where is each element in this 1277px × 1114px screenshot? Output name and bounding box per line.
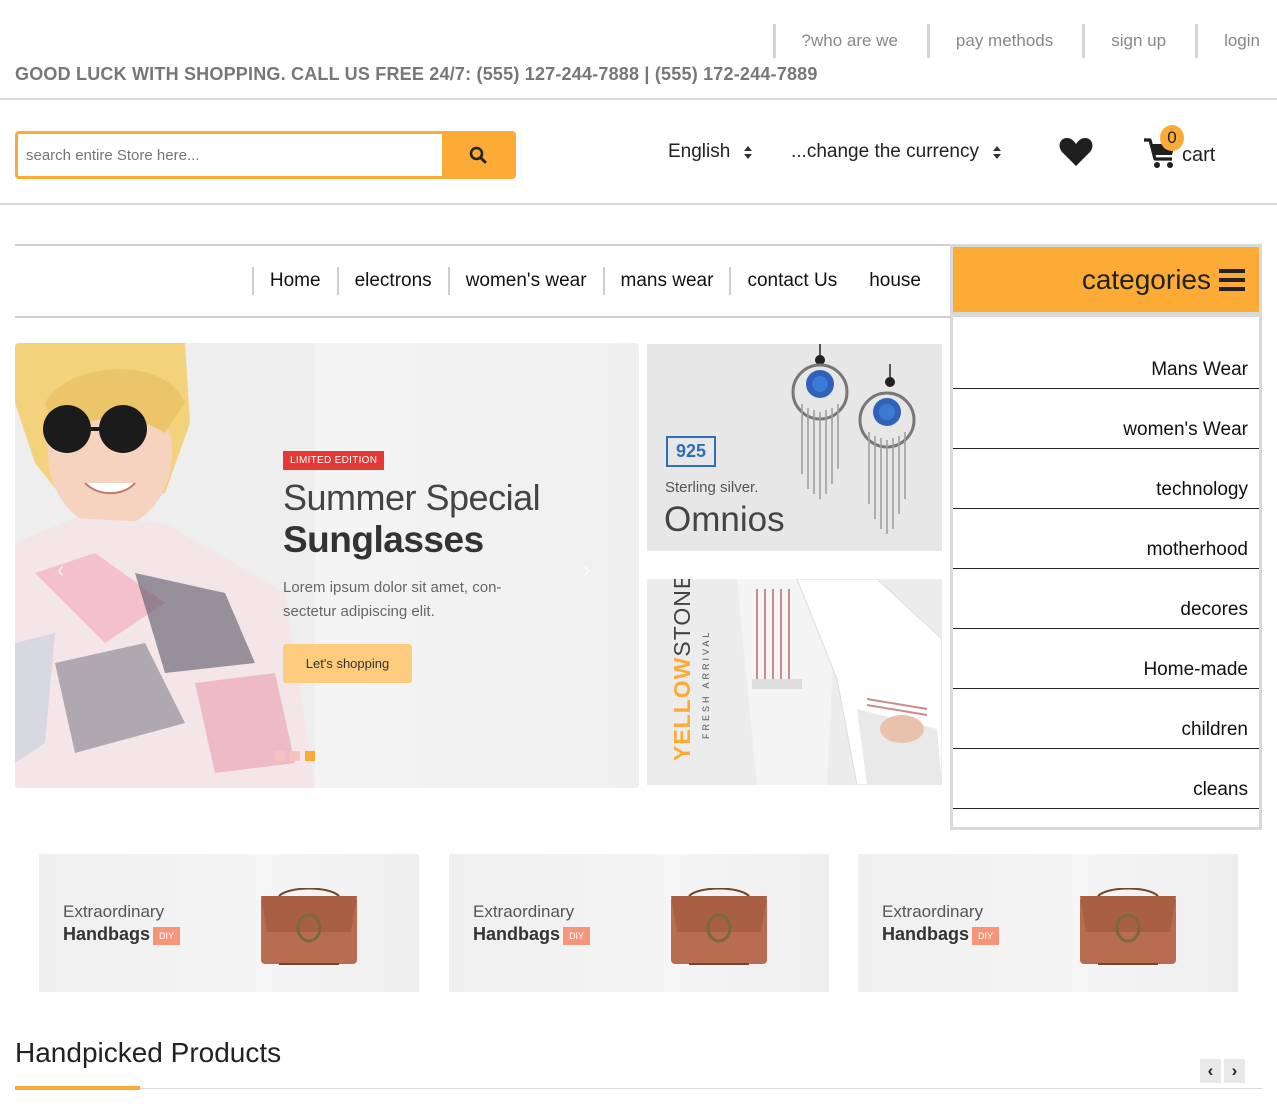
- promo-handbags[interactable]: Extraordinary Handbags DIY: [858, 854, 1238, 992]
- promo-handbags[interactable]: Extraordinary Handbags DIY: [449, 854, 829, 992]
- cart-count-badge: 0: [1160, 125, 1184, 151]
- hero-badge: LIMITED EDITION: [283, 451, 385, 470]
- category-item-mans-wear[interactable]: Mans Wear: [953, 329, 1259, 389]
- hero-description: Lorem ipsum dolor sit amet, con-sectetur…: [283, 579, 502, 620]
- nav-item-home[interactable]: Home: [251, 267, 337, 295]
- suit-model-image: [737, 579, 942, 785]
- language-select[interactable]: English: [668, 141, 753, 163]
- top-link-pay-methods[interactable]: pay methods: [926, 24, 1070, 58]
- category-item-home-made[interactable]: Home-made: [953, 629, 1259, 689]
- handbag-image: [671, 888, 767, 965]
- hero-prev-icon[interactable]: ‹: [57, 557, 64, 583]
- earrings-image: [791, 344, 916, 534]
- hero-title-line1: Summer Special: [283, 477, 541, 518]
- hero-next-icon[interactable]: ›: [583, 557, 590, 583]
- category-item-womens-wear[interactable]: women's Wear: [953, 389, 1259, 449]
- search-input[interactable]: [18, 134, 442, 176]
- category-item-children[interactable]: children: [953, 689, 1259, 749]
- promo-line1: Extraordinary: [63, 902, 165, 921]
- categories-title: categories: [1081, 263, 1211, 295]
- nav-item-mans-wear[interactable]: mans wear: [602, 267, 730, 295]
- yellowstone-tagline: FRESH ARRIVAL: [701, 629, 711, 739]
- promo-line2: Handbags: [63, 924, 151, 944]
- nav-item-electrons[interactable]: electrons: [336, 267, 448, 295]
- select-arrows-icon: [744, 145, 753, 159]
- category-item-technology[interactable]: technology: [953, 449, 1259, 509]
- silver-title: Omnios: [664, 500, 785, 539]
- promo-tag: DIY: [972, 927, 1000, 945]
- yellowstone-brand: YELLOWSTONE: [669, 579, 699, 761]
- menu-icon: [1219, 268, 1245, 291]
- promo-line2: Handbags: [882, 924, 970, 944]
- promo-handbags[interactable]: Extraordinary Handbags DIY: [39, 854, 419, 992]
- section-divider: [15, 1088, 1262, 1089]
- top-link-who-are-we[interactable]: ?who are we: [772, 24, 915, 58]
- section-accent-bar: [15, 1086, 140, 1090]
- handbag-image: [1080, 888, 1176, 965]
- brand-yellow: YELLOW: [669, 656, 695, 761]
- top-link-sign-up[interactable]: sign up: [1082, 24, 1183, 58]
- select-arrows-icon: [993, 145, 1001, 159]
- chevron-left-icon[interactable]: ‹: [1200, 1059, 1221, 1083]
- search-bar: [15, 131, 516, 179]
- main-nav: Home electrons women's wear mans wear co…: [251, 266, 937, 296]
- heart-icon: [1059, 138, 1093, 166]
- hero-dot[interactable]: [275, 751, 285, 761]
- chevron-right-icon[interactable]: ›: [1224, 1059, 1245, 1083]
- nav-item-womens-wear[interactable]: women's wear: [447, 267, 603, 295]
- banner-sterling-silver[interactable]: 925 Sterling silver. Omnios: [647, 344, 942, 551]
- banner-yellowstone[interactable]: YELLOWSTONE FRESH ARRIVAL: [647, 579, 942, 785]
- category-item-decores[interactable]: decores: [953, 569, 1259, 629]
- promo-tag: DIY: [563, 927, 591, 945]
- categories-header[interactable]: categories: [953, 247, 1259, 317]
- hero-title-line2: Sunglasses: [283, 519, 484, 560]
- nav-item-contact-us[interactable]: contact Us: [729, 267, 853, 295]
- search-icon: [469, 146, 486, 164]
- silver-subtitle: Sterling silver.: [665, 479, 759, 496]
- nav-item-house[interactable]: house: [853, 267, 937, 295]
- hero-dot-active[interactable]: [305, 751, 315, 761]
- brand-stone: STONE: [669, 579, 695, 657]
- nav-bottom-border: [15, 316, 950, 318]
- language-value: English: [668, 141, 731, 162]
- categories-list: Mans Wear women's Wear technology mother…: [953, 317, 1259, 809]
- hero-slider[interactable]: ‹ › LIMITED EDITION Summer Special Sungl…: [15, 343, 639, 788]
- hero-shop-button[interactable]: Let's shopping: [283, 644, 412, 683]
- currency-value: ...change the currency: [791, 141, 979, 162]
- search-button[interactable]: [442, 134, 513, 176]
- header-divider: [0, 98, 1277, 100]
- cart-label[interactable]: cart: [1182, 144, 1215, 167]
- search-divider: [0, 203, 1277, 205]
- nav-top-border: [15, 244, 950, 246]
- handbag-image: [261, 888, 357, 965]
- promo-tag: DIY: [153, 927, 181, 945]
- silver-925-badge: 925: [666, 436, 716, 467]
- top-link-login[interactable]: login: [1195, 24, 1277, 58]
- hero-dot[interactable]: [290, 751, 300, 761]
- hero-pagination: [275, 751, 315, 761]
- section-title-handpicked: Handpicked Products: [15, 1037, 282, 1068]
- promo-line2: Handbags: [473, 924, 561, 944]
- promo-line1: Extraordinary: [473, 902, 575, 921]
- wishlist-button[interactable]: [1058, 136, 1094, 173]
- promo-line1: Extraordinary: [882, 902, 984, 921]
- currency-select[interactable]: ...change the currency: [791, 141, 1001, 163]
- shop-tagline: GOOD LUCK WITH SHOPPING. CALL US FREE 24…: [15, 64, 818, 84]
- top-links: ?who are we pay methods sign up login: [761, 22, 1277, 60]
- categories-panel: categories Mans Wear women's Wear techno…: [950, 244, 1262, 830]
- category-item-cleans[interactable]: cleans: [953, 749, 1259, 809]
- category-item-motherhood[interactable]: motherhood: [953, 509, 1259, 569]
